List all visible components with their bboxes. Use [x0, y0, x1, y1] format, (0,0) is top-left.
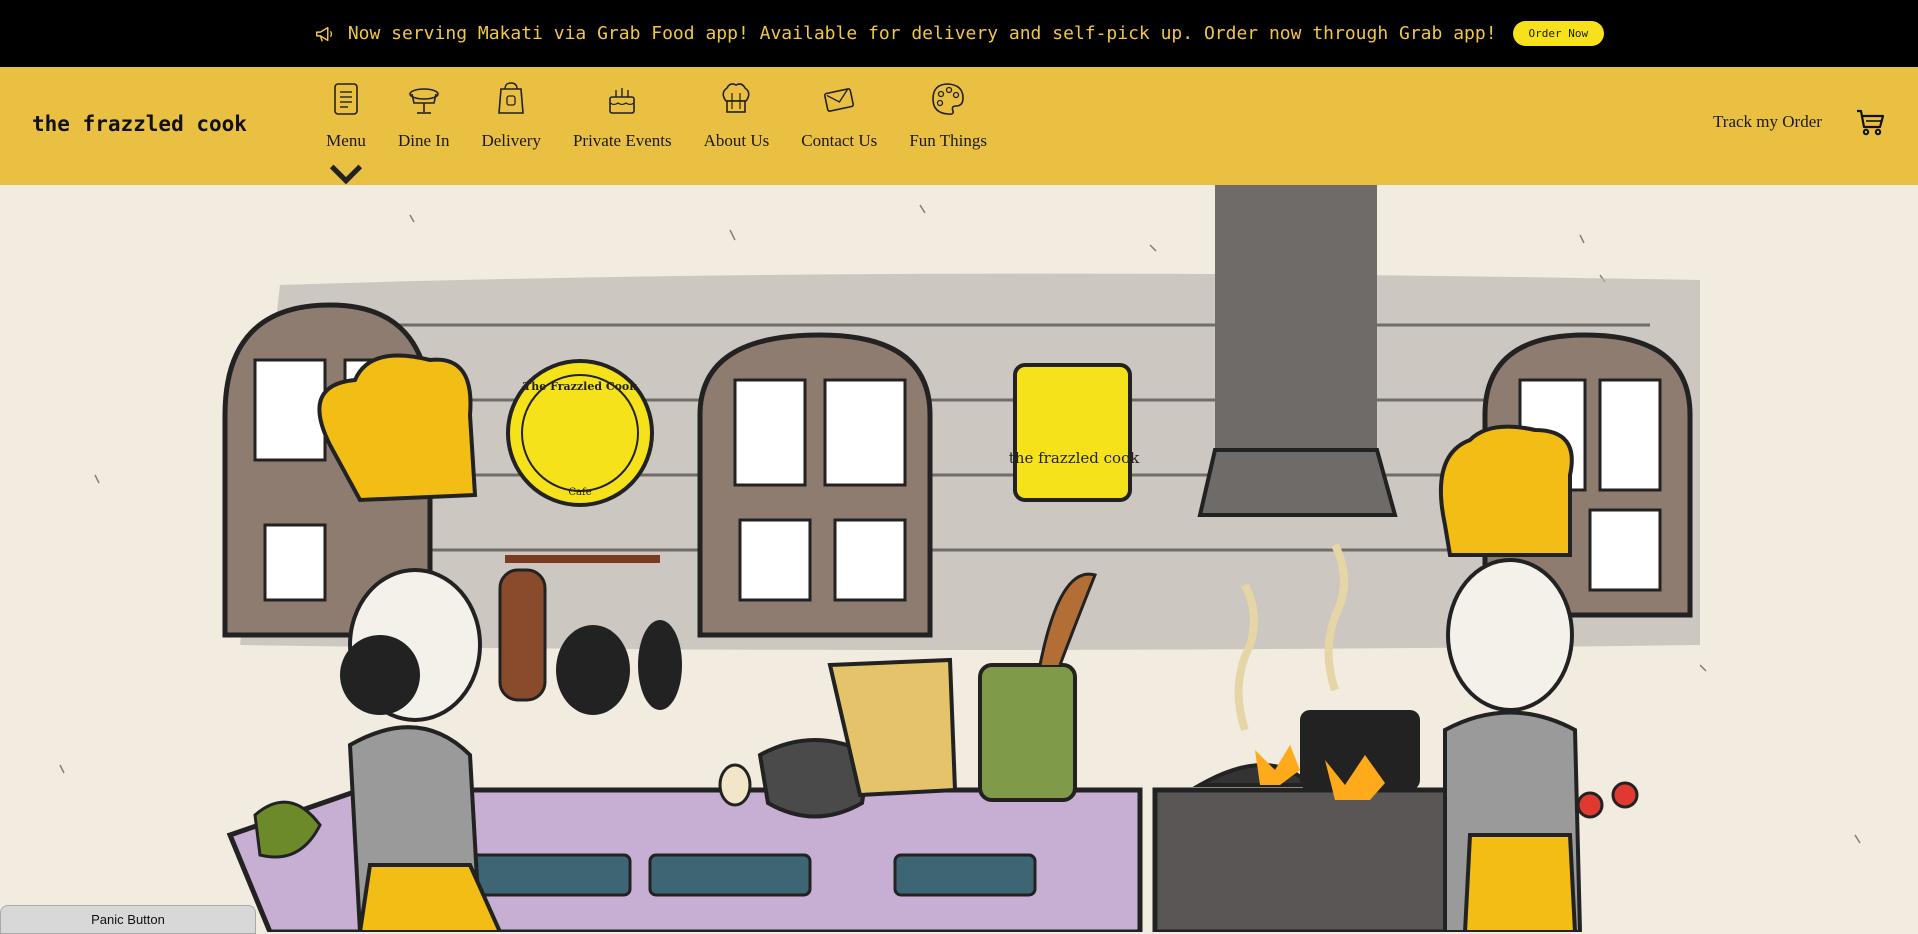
shopping-cart-icon[interactable] [1855, 107, 1885, 137]
kitchen-illustration: The Frazzled Cook Cafe the frazzled cook [59, 185, 1861, 932]
nav-label-about-us: About Us [703, 131, 770, 150]
megaphone-icon [315, 26, 332, 42]
brand-logo-text[interactable]: the frazzled cook [32, 112, 247, 136]
dining-table-icon [408, 88, 439, 114]
nav-item-fun-things[interactable]: Fun Things [893, 79, 1003, 195]
nav-label-fun-things: Fun Things [909, 131, 987, 150]
hero-section: The Frazzled Cook Cafe the frazzled cook [0, 185, 1918, 932]
track-order-link[interactable]: Track my Order [1713, 112, 1822, 132]
nav-item-contact-us[interactable]: Contact Us [785, 79, 893, 195]
nav-label-private-events: Private Events [572, 131, 672, 150]
nav-item-menu[interactable]: Menu [310, 79, 382, 195]
square-logo-text: the frazzled cook [1009, 449, 1140, 467]
nav-item-delivery[interactable]: Delivery [465, 79, 556, 195]
round-logo-cafe: Cafe [568, 487, 591, 498]
nav-item-dine-in[interactable]: Dine In [382, 79, 465, 195]
takeout-bag-icon [498, 82, 525, 114]
announcement-text: Now serving Makati via Grab Food app! Av… [347, 23, 1497, 44]
chef-hat-icon [722, 83, 751, 113]
nav-label-menu: Menu [326, 131, 366, 150]
menu-book-icon [334, 83, 358, 115]
round-logo-title: The Frazzled Cook [523, 380, 637, 393]
nav-label-contact-us: Contact Us [801, 131, 878, 150]
nav-item-private-events[interactable]: Private Events [557, 79, 688, 195]
panic-button[interactable]: Panic Button [0, 905, 256, 934]
letter-icon [824, 88, 855, 112]
nav-item-about-us[interactable]: About Us [688, 79, 786, 195]
nav-label-dine-in: Dine In [398, 131, 450, 150]
main-nav: Menu Dine In Delivery Private Events Abo… [310, 79, 1003, 195]
announcement-bar: Now serving Makati via Grab Food app! Av… [0, 0, 1918, 67]
site-header: the frazzled cook Menu Dine In Delivery … [0, 67, 1918, 185]
palette-icon [932, 83, 964, 115]
nav-label-delivery: Delivery [481, 131, 541, 150]
cake-icon [609, 88, 636, 114]
order-now-button[interactable]: Order Now [1512, 21, 1605, 46]
